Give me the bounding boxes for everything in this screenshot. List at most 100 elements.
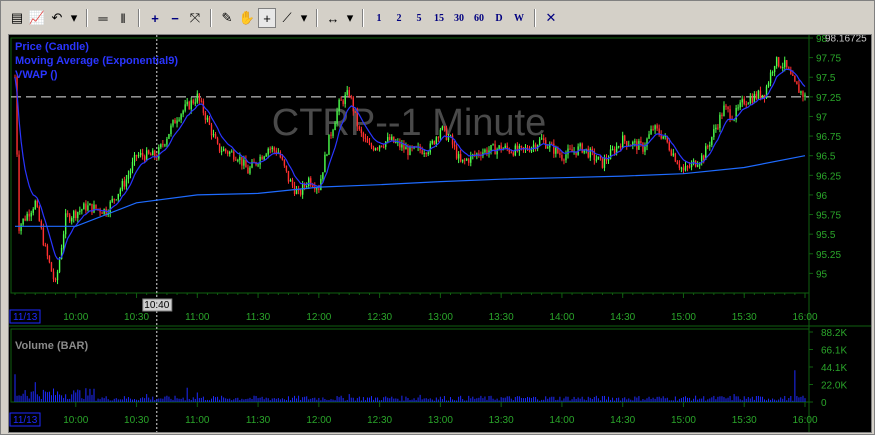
candle-body: [18, 154, 20, 231]
volume-tick-label: 22.0K: [821, 381, 847, 392]
candle-body: [342, 100, 344, 105]
candle-body: [354, 111, 357, 113]
volume-panel-border: [10, 328, 810, 403]
hline-icon[interactable]: ═: [94, 8, 112, 28]
time-tick-label: 11:00: [185, 312, 210, 323]
candle-body: [723, 105, 725, 117]
candle-body: [20, 224, 22, 231]
candle-body: [235, 159, 237, 161]
candle-body: [455, 146, 458, 159]
indicator-icon[interactable]: 📈: [28, 8, 46, 28]
candle-body: [265, 154, 267, 157]
candle-body: [81, 209, 83, 211]
candle-body: [775, 57, 778, 67]
price-tick-label: 96.75: [816, 132, 841, 143]
candle-body: [603, 158, 606, 168]
candle-body: [542, 138, 545, 141]
candle-body: [34, 200, 36, 210]
candle-body: [565, 154, 567, 161]
candle-body: [289, 179, 292, 182]
candle-body: [326, 154, 328, 156]
candle-body: [103, 208, 105, 214]
candle-body: [682, 167, 685, 171]
candle-body: [581, 143, 583, 153]
candle-body: [145, 150, 148, 161]
candle-body: [670, 150, 673, 156]
interval-button-2[interactable]: 2: [390, 8, 408, 28]
zoom-in-icon[interactable]: +: [146, 8, 164, 28]
crosshair-icon[interactable]: +: [258, 8, 276, 28]
candle-body: [786, 60, 788, 68]
candle-body: [800, 91, 802, 93]
interval-button-5[interactable]: 5: [410, 8, 428, 28]
candle-body: [601, 157, 604, 168]
candle-body: [222, 148, 225, 152]
candle-body: [269, 148, 271, 150]
candle-body: [771, 72, 774, 74]
candle-body: [184, 104, 186, 111]
chart-area[interactable]: CTRP--1 Minute 95 95.25 95.5 95.75 96 96.25 96.…: [8, 34, 872, 433]
candle-body: [168, 134, 170, 139]
candle-body: [178, 119, 180, 121]
candle-body: [466, 159, 468, 161]
candle-body: [429, 143, 431, 153]
candle-body: [567, 148, 569, 155]
chart-type-icon[interactable]: ▤: [8, 8, 26, 28]
candle-body: [312, 185, 314, 187]
candle-body: [441, 126, 444, 130]
candle-body: [759, 90, 762, 99]
interval-button-d[interactable]: D: [490, 8, 508, 28]
candle-body: [346, 90, 348, 95]
candle-body: [214, 134, 217, 139]
volume-date-label: 11/13: [13, 415, 38, 426]
candle-body: [804, 94, 806, 98]
legend: Price (Candle) Moving Average (Exponenti…: [15, 40, 178, 82]
candle-body: [68, 214, 71, 222]
toolbar-separator: [86, 9, 88, 27]
chart-canvas[interactable]: CTRP--1 Minute 95 95.25 95.5 95.75 96 96.25 96.…: [9, 35, 871, 432]
legend-vwap: VWAP (): [15, 69, 58, 81]
close-icon[interactable]: ✕: [542, 8, 560, 28]
candle-body: [287, 170, 290, 182]
candle-body: [24, 218, 26, 221]
volume-time-tick-label: 14:00: [549, 415, 574, 426]
candle-body: [569, 148, 571, 150]
candle-body: [711, 137, 713, 145]
trendline-icon[interactable]: ⟋: [278, 8, 296, 28]
interval-button-30[interactable]: 30: [450, 8, 468, 28]
candle-body: [218, 143, 221, 152]
candle-body: [559, 153, 561, 155]
hand-icon[interactable]: ✋: [238, 8, 256, 28]
dropdown-icon[interactable]: ▾: [344, 8, 356, 28]
dropdown-icon[interactable]: ▾: [298, 8, 310, 28]
candle-body: [784, 60, 786, 68]
price-tick-label: 96.25: [816, 171, 841, 182]
draw-icon[interactable]: ✎: [218, 8, 236, 28]
candle-body: [271, 147, 273, 150]
interval-button-1[interactable]: 1: [370, 8, 388, 28]
candle-body: [407, 147, 409, 156]
time-tick-label: 14:00: [549, 312, 574, 323]
candle-body: [707, 146, 709, 148]
candle-body: [344, 94, 346, 105]
zoom-out-icon[interactable]: −: [166, 8, 184, 28]
interval-button-60[interactable]: 60: [470, 8, 488, 28]
candle-body: [713, 129, 715, 138]
candle-body: [457, 154, 460, 159]
fit-icon[interactable]: ⤧: [186, 8, 204, 28]
pan-icon[interactable]: ↔: [324, 8, 342, 28]
undo-icon[interactable]: ↶: [48, 8, 66, 28]
candle-body: [154, 150, 156, 157]
dropdown-icon[interactable]: ▾: [68, 8, 80, 28]
interval-button-15[interactable]: 15: [430, 8, 448, 28]
interval-button-w[interactable]: W: [510, 8, 528, 28]
candle-body: [792, 74, 794, 76]
candle-body: [188, 101, 190, 110]
candle-body: [674, 153, 677, 162]
candle-body: [672, 153, 675, 156]
price-tick-label: 95.25: [816, 250, 841, 261]
candle-body: [338, 99, 340, 112]
candle-body: [439, 129, 442, 138]
candle-body: [366, 138, 369, 143]
vline-icon[interactable]: ‖: [114, 8, 132, 28]
